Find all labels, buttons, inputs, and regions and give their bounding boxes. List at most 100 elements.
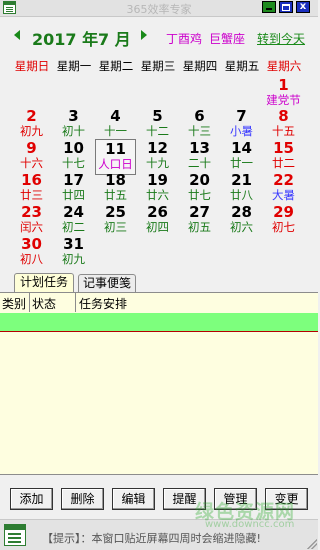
calendar-day[interactable]: 22 大暑	[263, 171, 304, 207]
weekday-label: 星期五	[224, 59, 260, 73]
calendar-day[interactable]: 21 廿八	[221, 171, 262, 207]
next-month-arrow-icon[interactable]	[141, 30, 147, 40]
lunar-date: 十二	[146, 124, 169, 138]
delete-button[interactable]: 删除	[61, 488, 104, 510]
lunar-date: 十六	[20, 156, 43, 170]
lunar-date: 初四	[146, 220, 169, 234]
column-header-task[interactable]: 任务安排	[79, 295, 127, 312]
notepad-icon[interactable]	[4, 524, 26, 546]
lunar-date: 初七	[272, 220, 295, 234]
lunar-date: 人口日	[98, 157, 133, 171]
day-number: 24	[63, 203, 84, 221]
lunar-date: 初二	[62, 220, 85, 234]
day-number: 30	[21, 235, 42, 253]
column-header-category[interactable]: 类别	[2, 295, 26, 312]
day-number: 31	[63, 235, 84, 253]
calendar-day[interactable]: 24 初二	[53, 203, 94, 239]
tab-planned-tasks[interactable]: 计划任务	[14, 273, 74, 293]
maximize-button[interactable]	[279, 1, 293, 13]
reminder-button[interactable]: 提醒	[163, 488, 206, 510]
calendar-day[interactable]: 15 廿二	[263, 139, 304, 175]
calendar-day[interactable]: 25 初三	[95, 203, 136, 239]
minimize-button[interactable]	[262, 1, 276, 13]
weekday-label: 星期四	[182, 59, 218, 73]
lunar-date: 初三	[104, 220, 127, 234]
day-number: 5	[152, 107, 163, 125]
calendar-day[interactable]: 8 十五	[263, 107, 304, 143]
selected-row-highlight[interactable]	[0, 313, 318, 332]
calendar-day[interactable]: 19 廿六	[137, 171, 178, 207]
ganzhi-label: 丁酉鸡	[166, 32, 203, 46]
calendar-day[interactable]: 2 初九	[11, 107, 52, 143]
day-number: 8	[278, 107, 289, 125]
edit-button[interactable]: 编辑	[112, 488, 155, 510]
lunar-date: 小暑	[230, 124, 253, 138]
calendar-day[interactable]: 31 初九	[53, 235, 94, 271]
go-to-today-link[interactable]: 转到今天	[257, 30, 305, 47]
change-button[interactable]: 变更	[265, 488, 308, 510]
lunar-date: 十九	[146, 156, 169, 170]
lunar-date: 廿三	[20, 188, 43, 202]
day-number: 28	[231, 203, 252, 221]
calendar-day[interactable]: 13 二十	[179, 139, 220, 175]
day-number: 26	[147, 203, 168, 221]
lunar-date: 十一	[104, 124, 127, 138]
add-button[interactable]: 添加	[10, 488, 53, 510]
tab-notes[interactable]: 记事便笺	[78, 274, 136, 292]
calendar-day[interactable]: 28 初六	[221, 203, 262, 239]
resize-grip-icon[interactable]	[307, 539, 317, 549]
lunar-date: 初十	[62, 124, 85, 138]
calendar-day[interactable]: 17 廿四	[53, 171, 94, 207]
previous-month-arrow-icon[interactable]	[14, 30, 20, 40]
calendar-day[interactable]: 30 初八	[11, 235, 52, 271]
manage-button[interactable]: 管理	[214, 488, 257, 510]
day-number: 14	[231, 139, 252, 157]
close-button[interactable]: x	[296, 1, 310, 13]
calendar-day[interactable]: 5 十二	[137, 107, 178, 143]
lunar-date: 十三	[188, 124, 211, 138]
day-number: 15	[273, 139, 294, 157]
calendar-day[interactable]: 4 十一	[95, 107, 136, 143]
calendar-day[interactable]: 12 十九	[137, 139, 178, 175]
lunar-date: 初六	[230, 220, 253, 234]
lunar-date: 十七	[62, 156, 85, 170]
weekday-label: 星期一	[56, 59, 92, 73]
weekday-label: 星期三	[140, 59, 176, 73]
lunar-date: 闰六	[20, 220, 43, 234]
calendar-day[interactable]: 27 初五	[179, 203, 220, 239]
lunar-date: 初五	[188, 220, 211, 234]
calendar-day[interactable]: 18 廿五	[95, 171, 136, 207]
calendar-day[interactable]: 10 十七	[53, 139, 94, 175]
day-number: 2	[26, 107, 37, 125]
day-number: 25	[105, 203, 126, 221]
day-number: 16	[21, 171, 42, 189]
calendar-day[interactable]: 23 闰六	[11, 203, 52, 239]
column-divider	[75, 293, 76, 312]
calendar-day[interactable]: 26 初四	[137, 203, 178, 239]
weekday-label: 星期六	[266, 59, 302, 73]
lunar-date: 廿一	[230, 156, 253, 170]
day-number: 23	[21, 203, 42, 221]
status-bar: 【提示】：本窗口贴近屏幕四周时会缩进隐藏!	[0, 519, 318, 550]
calendar-day[interactable]: 9 十六	[11, 139, 52, 175]
calendar-day[interactable]: 7 小暑	[221, 107, 262, 143]
calendar-day-selected[interactable]: 11 人口日	[95, 139, 136, 175]
lunar-date: 二十	[188, 156, 211, 170]
lunar-date: 廿四	[62, 188, 85, 202]
calendar-day[interactable]: 20 廿七	[179, 171, 220, 207]
calendar-day[interactable]: 14 廿一	[221, 139, 262, 175]
lunar-date: 廿七	[188, 188, 211, 202]
calendar-day[interactable]: 6 十三	[179, 107, 220, 143]
day-number: 19	[147, 171, 168, 189]
calendar-day[interactable]: 3 初十	[53, 107, 94, 143]
calendar-day[interactable]: 16 廿三	[11, 171, 52, 207]
lunar-date: 建党节	[266, 93, 301, 107]
task-list[interactable]: 类别 状态 任务安排	[0, 292, 318, 475]
weekday-label: 星期二	[98, 59, 134, 73]
month-label[interactable]: 7 月	[98, 26, 131, 50]
day-number: 4	[110, 107, 121, 125]
column-header-status[interactable]: 状态	[32, 295, 56, 312]
title-bar[interactable]: 365效率专家 x	[0, 0, 318, 17]
calendar-day[interactable]: 29 初七	[263, 203, 304, 239]
year-label[interactable]: 2017 年	[32, 26, 98, 50]
